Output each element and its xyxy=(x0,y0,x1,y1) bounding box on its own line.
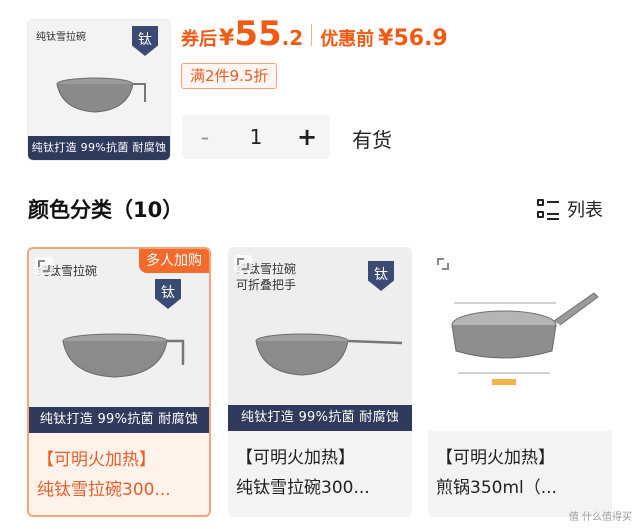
list-view-label: 列表 xyxy=(567,200,603,221)
variant-name-line1: 【可明火加热】 xyxy=(236,448,355,468)
variant-name-line2: 纯钛雪拉碗300... xyxy=(236,478,370,498)
increase-button[interactable]: + xyxy=(284,115,330,159)
thumbnail-feature-strip: 纯钛打造 99%抗菌 耐腐蚀 xyxy=(28,136,170,160)
variant-name: 【可明火加热】 纯钛雪拉碗300... xyxy=(37,445,201,505)
price-divider xyxy=(311,24,313,46)
variant-name-line2: 煎锅350ml（... xyxy=(436,478,557,498)
titanium-logo-icon: 钛 xyxy=(368,261,394,291)
promo-tag: 满2件9.5折 xyxy=(181,63,278,89)
product-thumbnail[interactable]: 纯钛雪拉碗 钛 纯钛打造 99%抗菌 耐腐蚀 xyxy=(27,19,171,161)
variant-name-line2: 纯钛雪拉碗300... xyxy=(37,480,171,500)
variant-card-2[interactable]: 纯钛雪拉碗 可折叠把手 钛 纯钛打造 99%抗菌 耐腐蚀 【可明火加热】 纯钛雪… xyxy=(228,247,412,517)
pan-image xyxy=(451,292,599,385)
variant-image-subtitle: 可折叠把手 xyxy=(236,278,297,292)
variant-image: 纯钛雪拉碗 可折叠把手 钛 纯钛打造 99%抗菌 耐腐蚀 xyxy=(228,247,412,431)
variant-name: 【可明火加热】 煎锅350ml（... xyxy=(436,443,604,503)
titanium-logo-icon: 钛 xyxy=(132,26,158,56)
quantity-stepper: - 1 + xyxy=(182,115,330,159)
bowl-image xyxy=(62,333,185,378)
variant-card-3[interactable]: 【可明火加热】 煎锅350ml（... xyxy=(428,247,612,517)
variant-feature-strip: 纯钛打造 99%抗菌 耐腐蚀 xyxy=(29,407,209,433)
variant-name: 【可明火加热】 纯钛雪拉碗300... xyxy=(236,443,404,503)
popular-badge: 多人加购 xyxy=(139,249,209,273)
variant-image xyxy=(428,247,612,431)
expand-icon[interactable] xyxy=(434,255,452,273)
watermark: 值 什么值得买 xyxy=(568,512,632,523)
after-coupon-label: 券后 xyxy=(181,29,217,50)
list-icon xyxy=(537,198,559,220)
titanium-logo-icon: 钛 xyxy=(155,279,181,309)
list-view-toggle[interactable]: 列表 xyxy=(537,196,603,222)
price-integer: 55 xyxy=(234,14,282,54)
variant-name-line1: 【可明火加热】 xyxy=(436,448,555,468)
thumbnail-title: 纯钛雪拉碗 xyxy=(36,32,86,43)
quantity-input[interactable]: 1 xyxy=(228,115,284,159)
section-title: 颜色分类（10） xyxy=(28,198,184,222)
decrease-button[interactable]: - xyxy=(182,115,228,159)
expand-icon[interactable] xyxy=(35,257,53,275)
original-price-label: 优惠前 xyxy=(320,29,375,50)
bowl-image xyxy=(56,77,146,113)
bowl-image xyxy=(255,333,403,376)
price-decimal: .2 xyxy=(281,26,304,50)
variant-name-line1: 【可明火加热】 xyxy=(37,450,156,470)
expand-icon[interactable] xyxy=(234,255,252,273)
variant-card-1[interactable]: 纯钛雪拉碗 钛 纯钛打造 99%抗菌 耐腐蚀 多人加购 【可明火加热】 纯钛雪拉… xyxy=(27,247,211,517)
variant-image: 纯钛雪拉碗 钛 纯钛打造 99%抗菌 耐腐蚀 xyxy=(29,249,209,433)
currency-symbol: ¥ xyxy=(219,26,235,51)
original-price: ¥56.9 xyxy=(378,26,448,51)
stock-status: 有货 xyxy=(352,128,392,152)
variant-feature-strip: 纯钛打造 99%抗菌 耐腐蚀 xyxy=(228,405,412,431)
price-row: 券后 ¥ 55 .2 优惠前 ¥56.9 xyxy=(181,14,448,56)
